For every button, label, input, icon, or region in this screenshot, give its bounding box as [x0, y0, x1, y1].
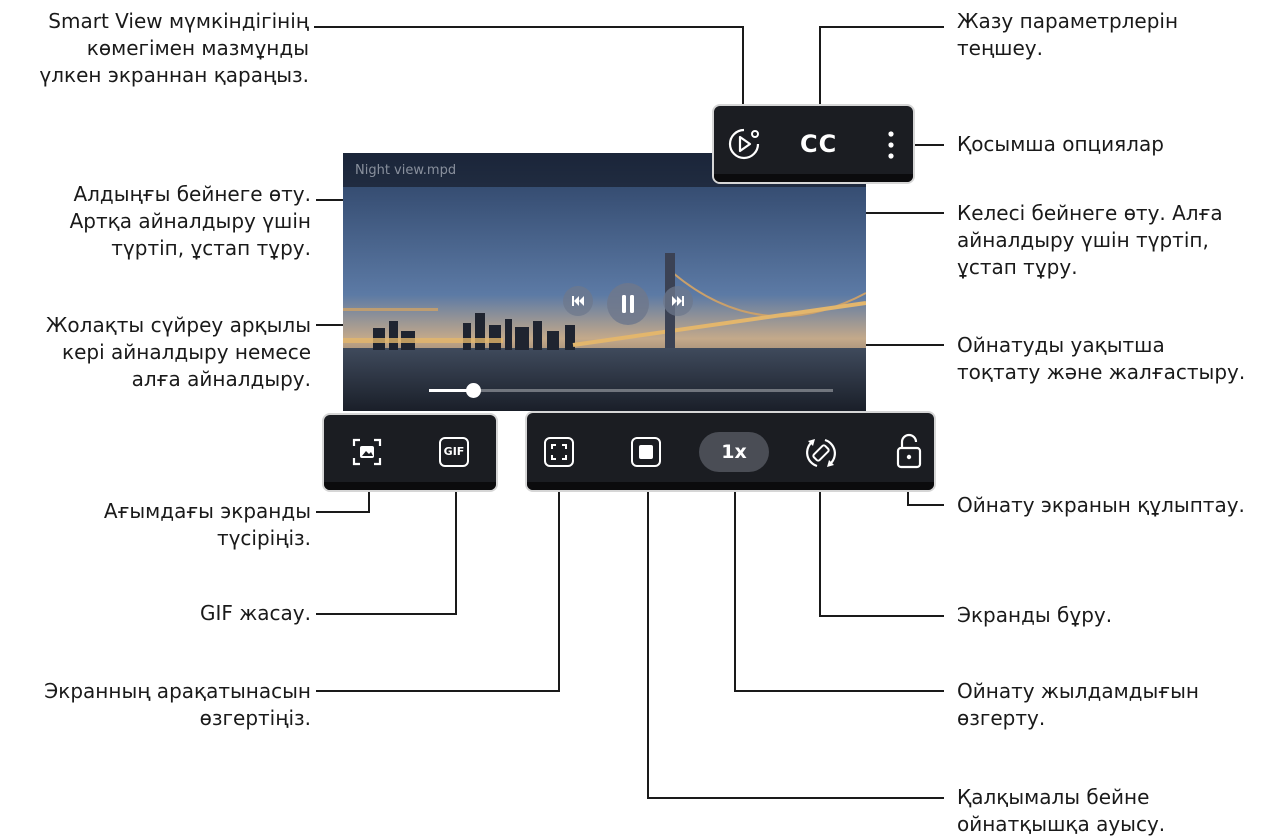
label-smart-view: Smart View мүмкіндігінің көмегімен мазмұ… [39, 9, 309, 87]
line-ratio [316, 485, 560, 692]
previous-icon [572, 296, 584, 306]
label-subtitles: Жазу параметрлерін теңшеу. [957, 9, 1179, 60]
label-more: Қосымша опциялар [957, 132, 1164, 156]
label-capture: Ағымдағы экранды түсіріңіз. [103, 499, 311, 550]
label-seek-bar: Жолақты сүйреу арқылы кері айналдыру нем… [45, 313, 311, 391]
rotate-icon [806, 438, 836, 468]
smart-view-button[interactable] [724, 124, 764, 164]
video-screen[interactable]: Night view.mpd [343, 153, 866, 411]
popup-player-icon [639, 445, 653, 459]
video-frame [343, 153, 866, 411]
label-previous: Алдыңғы бейнеге өту. Артқа айналдыру үші… [69, 182, 311, 260]
line-gif [316, 485, 457, 615]
line-smart-view [314, 26, 744, 112]
smart-view-icon [728, 128, 760, 160]
capture-button[interactable] [350, 435, 384, 469]
aspect-ratio-button[interactable] [544, 437, 574, 467]
next-button[interactable] [663, 286, 693, 316]
seek-bar[interactable] [429, 383, 833, 398]
label-pause: Ойнатуды уақытша тоқтату және жалғастыру… [957, 333, 1246, 384]
video-title: Night view.mpd [355, 163, 457, 178]
next-icon [672, 296, 684, 306]
label-popup: Қалқымалы бейне ойнатқышқа ауысу. [957, 785, 1166, 836]
more-options-button[interactable] [884, 126, 898, 166]
gif-label: GIF [443, 445, 465, 458]
gif-button[interactable]: GIF [439, 437, 469, 467]
capture-controls: GIF [322, 413, 498, 492]
playback-controls: 1x [525, 411, 936, 492]
pause-button[interactable] [607, 283, 649, 325]
line-subtitles [819, 26, 944, 112]
label-gif: GIF жасау. [200, 601, 311, 625]
previous-button[interactable] [563, 286, 593, 316]
label-ratio: Экранның арақатынасын өзгертіңіз. [44, 679, 311, 730]
popup-player-button[interactable] [631, 437, 661, 467]
label-speed: Ойнату жылдамдығын өзгерту. [957, 679, 1199, 730]
label-lock: Ойнату экранын құлыптау. [957, 493, 1245, 517]
subtitles-button[interactable]: CC [800, 130, 837, 158]
speed-button[interactable]: 1x [699, 432, 769, 472]
top-controls: CC [712, 104, 915, 184]
lock-button[interactable] [892, 431, 926, 473]
label-next: Келесі бейнеге өту. Алға айналдыру үшін … [957, 201, 1223, 279]
line-popup [647, 485, 944, 799]
rotate-button[interactable] [801, 433, 841, 473]
label-rotate: Экранды бұру. [957, 603, 1113, 627]
capture-icon [352, 438, 382, 466]
pause-icon [622, 295, 634, 313]
lock-icon [896, 433, 922, 469]
more-options-icon [888, 131, 894, 159]
line-speed [734, 485, 944, 692]
aspect-ratio-icon [551, 444, 567, 460]
